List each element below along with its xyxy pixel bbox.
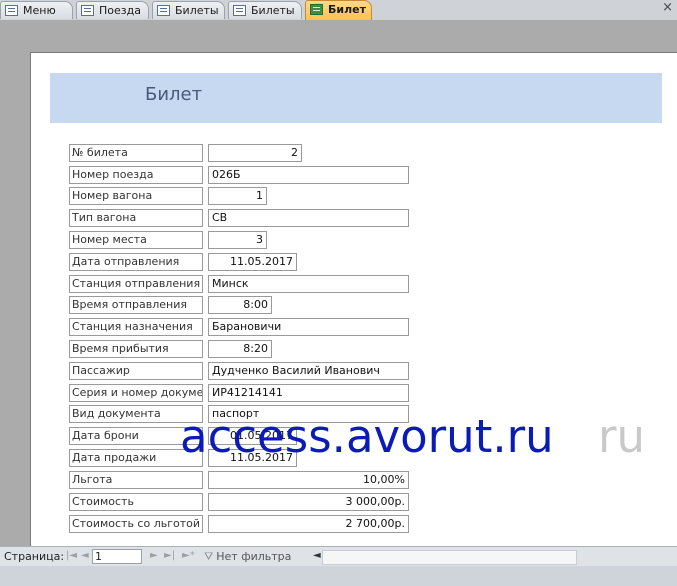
first-record-icon[interactable]: |◄ (66, 550, 77, 561)
field-label: Стоимость со льготой (69, 515, 203, 533)
tab-ticket-report[interactable]: Билет (305, 0, 372, 20)
tab-trains[interactable]: Поезда (76, 1, 149, 19)
prev-record-icon[interactable]: ◄ (81, 550, 89, 561)
field-label: № билета (69, 144, 203, 162)
field-label: Серия и номер документ (69, 384, 203, 402)
tab-label: Билеты (251, 4, 295, 17)
field-label: Пассажир (69, 362, 203, 380)
field-label: Дата отправления (69, 253, 203, 271)
status-bar (0, 566, 677, 586)
document-number-value: ИР41214141 (208, 384, 409, 402)
report-page: Билет № билета Номер поезда Номер вагона… (30, 52, 677, 547)
form-icon (5, 5, 18, 16)
report-title: Билет (145, 84, 203, 105)
field-label: Стоимость (69, 493, 203, 511)
departure-station-value: Минск (208, 275, 409, 293)
arrival-time-value: 8:20 (208, 340, 272, 358)
record-navigation-bar: Страница: |◄ ◄ 1 ► ►| ►* ⛛ Нет фильтра ◄ (0, 546, 677, 567)
close-icon[interactable]: × (662, 0, 673, 15)
tab-tickets-1[interactable]: Билеты (152, 1, 225, 19)
tab-tickets-2[interactable]: Билеты (228, 1, 302, 19)
form-icon (233, 5, 246, 16)
field-label: Время прибытия (69, 340, 203, 358)
passenger-value: Дудченко Василий Иванович (208, 362, 409, 380)
ticket-number-value: 2 (208, 144, 302, 162)
field-label: Льгота (69, 471, 203, 489)
seat-number-value: 3 (208, 231, 267, 249)
scroll-left-icon[interactable]: ◄ (313, 550, 321, 561)
departure-time-value: 8:00 (208, 296, 272, 314)
page-number-input[interactable]: 1 (92, 549, 142, 564)
horizontal-scrollbar[interactable] (322, 550, 577, 565)
document-tab-strip: Меню Поезда Билеты Билеты Билет × (0, 0, 677, 20)
form-icon (81, 5, 94, 16)
filter-icon: ⛛ (204, 550, 214, 563)
field-label: Время отправления (69, 296, 203, 314)
filter-button[interactable]: ⛛ Нет фильтра (204, 550, 291, 564)
filter-label: Нет фильтра (216, 550, 292, 563)
tab-label: Билет (328, 3, 366, 16)
page-label: Страница: (4, 550, 65, 563)
new-record-icon[interactable]: ►* (182, 550, 195, 561)
last-record-icon[interactable]: ►| (164, 550, 175, 561)
tab-label: Билеты (175, 4, 219, 17)
report-header: Билет (50, 73, 662, 123)
car-type-value: СВ (208, 209, 409, 227)
tab-label: Меню (23, 4, 56, 17)
discounted-price-value: 2 700,00р. (208, 515, 409, 533)
field-label: Номер поезда (69, 166, 203, 184)
arrival-station-value: Барановичи (208, 318, 409, 336)
tab-menu[interactable]: Меню (0, 1, 73, 19)
report-view-area: Билет № билета Номер поезда Номер вагона… (0, 20, 677, 547)
field-label: Номер места (69, 231, 203, 249)
discount-value: 10,00% (208, 471, 409, 489)
price-value: 3 000,00р. (208, 493, 409, 511)
watermark-ghost-text: ru (598, 410, 646, 463)
train-number-value: 026Б (208, 166, 409, 184)
field-label: Станция отправления (69, 275, 203, 293)
report-icon (310, 4, 323, 15)
field-label: Станция назначения (69, 318, 203, 336)
car-number-value: 1 (208, 187, 267, 205)
field-label: Тип вагона (69, 209, 203, 227)
watermark-text: access.avorut.ru (180, 410, 554, 463)
field-label: Номер вагона (69, 187, 203, 205)
tab-label: Поезда (99, 4, 141, 17)
next-record-icon[interactable]: ► (150, 550, 158, 561)
form-icon (157, 5, 170, 16)
departure-date-value: 11.05.2017 (208, 253, 297, 271)
